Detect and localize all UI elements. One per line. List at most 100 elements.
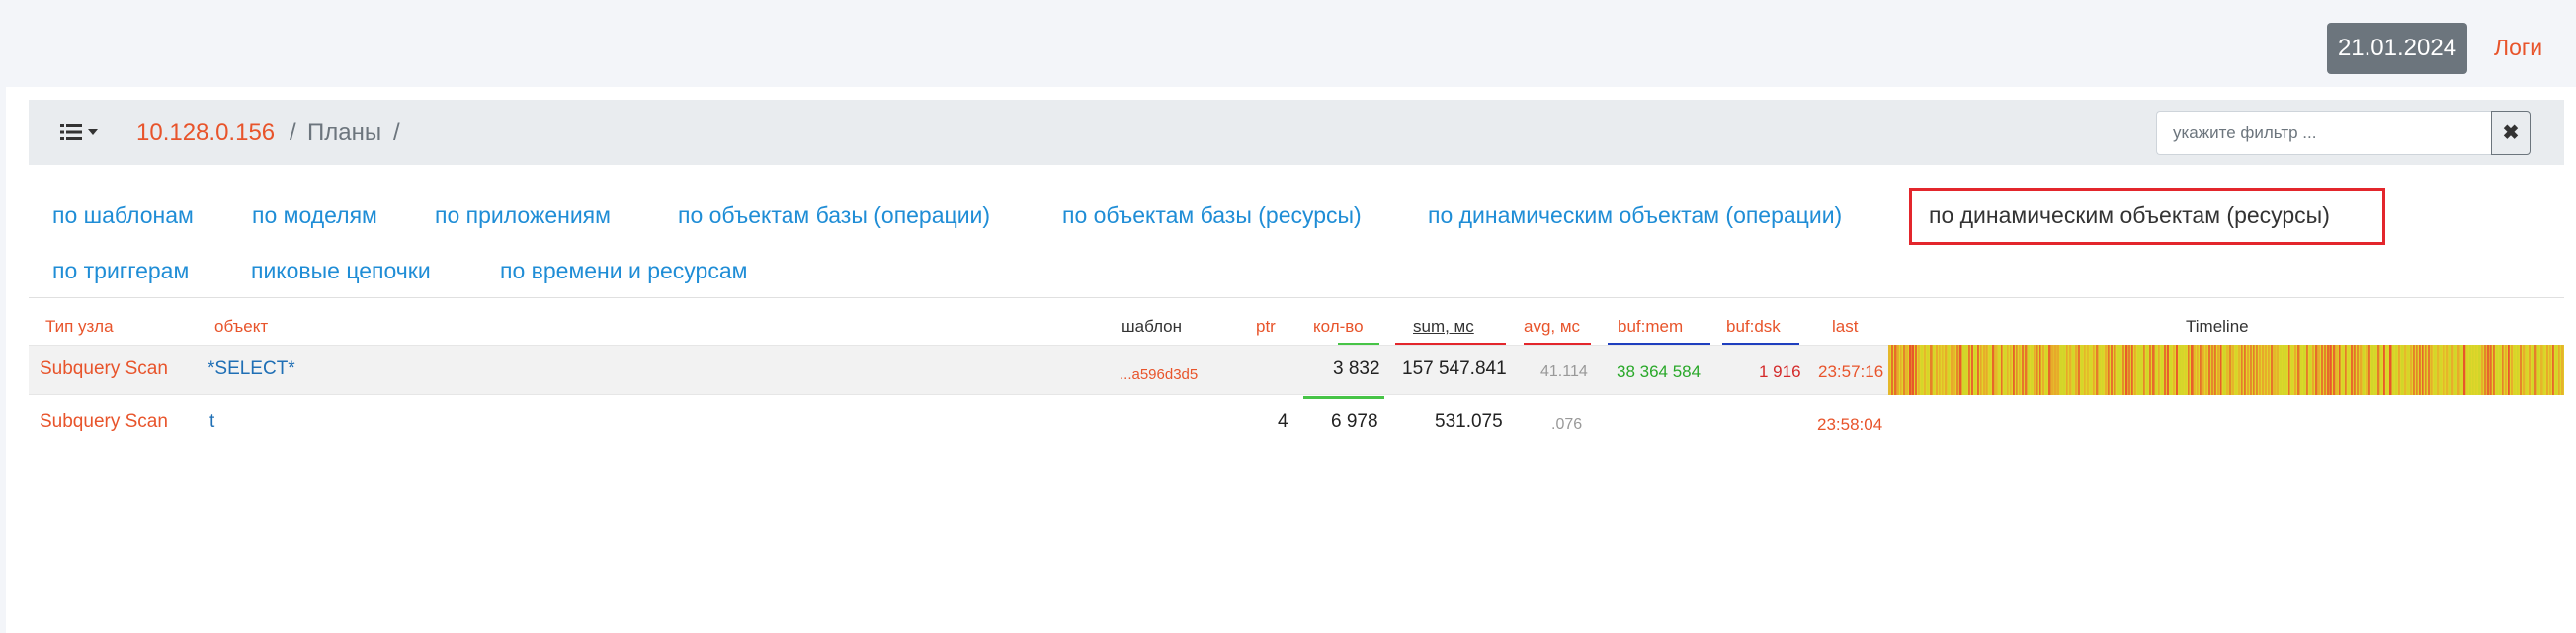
timeline-tick [2117,345,2119,395]
timeline-tick [2416,345,2418,395]
timeline-tick [2039,345,2041,395]
timeline-tick [2226,345,2229,395]
timeline-tick [2031,345,2034,395]
timeline-tick [1959,345,1962,395]
tab-peak-chains[interactable]: пиковые цепочки [251,258,431,284]
timeline-tick [2001,345,2003,395]
column-header-buf-dsk[interactable]: buf:dsk [1726,317,1781,337]
timeline-tick [2102,345,2104,395]
date-badge[interactable]: 21.01.2024 [2327,23,2467,74]
timeline-tick [2327,345,2330,395]
column-header-buf-mem[interactable]: buf:mem [1618,317,1683,337]
row-node-type[interactable]: Subquery Scan [40,358,168,380]
timeline-tick [2235,345,2238,395]
timeline-tick [2410,345,2413,395]
timeline-tick [2069,345,2072,395]
menu-toggle-button[interactable] [60,119,108,145]
timeline-tick [2428,345,2431,395]
timeline-tick [2057,345,2060,395]
tab-db-objects-resources[interactable]: по объектам базы (ресурсы) [1062,202,1362,229]
timeline-tick [2016,345,2018,395]
tab-models[interactable]: по моделям [252,202,377,229]
timeline-tick [1933,345,1936,395]
column-header-count[interactable]: кол-во [1313,317,1364,337]
tab-db-objects-operations[interactable]: по объектам базы (операции) [678,202,990,229]
timeline-tick [2238,345,2241,395]
timeline-tick [1986,345,1988,395]
timeline-tick [2277,345,2280,395]
tab-templates[interactable]: по шаблонам [52,202,194,229]
timeline-tick [2283,345,2285,395]
timeline-tick [2443,345,2445,395]
timeline-tick [2034,345,2036,395]
timeline-tick [2170,345,2173,395]
tab-applications[interactable]: по приложениям [435,202,611,229]
column-header-node-type[interactable]: Тип узла [45,317,114,337]
timeline-tick [2532,345,2534,395]
row-node-type[interactable]: Subquery Scan [40,411,168,433]
row-last-time: 23:57:16 [1818,362,1884,381]
timeline-tick [2466,345,2468,395]
timeline-tick [2475,345,2477,395]
breadcrumb: 10.128.0.156 / Планы / ✖ [29,100,2564,165]
timeline-tick [2271,345,2274,395]
timeline-tick [2208,345,2211,395]
timeline-tick [2274,345,2277,395]
tab-dynamic-objects-operations[interactable]: по динамическим объектам (операции) [1428,202,1842,229]
timeline-tick [2345,345,2347,395]
timeline-tick [2321,345,2324,395]
row-template-link[interactable]: ...a596d3d5 [1120,366,1198,383]
timeline-tick [2499,345,2501,395]
column-header-object[interactable]: объект [214,317,268,337]
timeline-tick [1909,345,1912,395]
column-header-last[interactable]: last [1832,317,1858,337]
timeline-tick [2508,345,2510,395]
column-header-avg[interactable]: avg, мс [1524,317,1580,337]
row-avg: .076 [1551,416,1583,433]
timeline-tick [2505,345,2507,395]
timeline-tick [2339,345,2341,395]
timeline-tick [1995,345,1998,395]
timeline-tick [2437,345,2440,395]
timeline-tick [2342,345,2345,395]
timeline-tick [1998,345,2000,395]
row-object-link[interactable]: *SELECT* [208,358,295,380]
timeline-tick [2202,345,2204,395]
breadcrumb-section: Планы [307,119,382,146]
timeline-tick [2048,345,2051,395]
timeline-tick [2176,345,2178,395]
timeline-tick [2449,345,2451,395]
timeline-tick [2164,345,2167,395]
breadcrumb-host-link[interactable]: 10.128.0.156 [136,119,275,147]
timeline-tick [2191,345,2194,395]
timeline-tick [2096,345,2099,395]
column-header-sum[interactable]: sum, мс [1413,317,1474,337]
timeline-tick [2028,345,2030,395]
list-icon [60,124,82,140]
row-timeline[interactable] [1888,345,2564,395]
timeline-tick [2194,345,2197,395]
timeline-tick [2312,345,2314,395]
timeline-tick [2446,345,2449,395]
timeline-tick [2529,345,2531,395]
timeline-tick [2036,345,2038,395]
tab-time-and-resources[interactable]: по времени и ресурсам [500,258,747,284]
row-object-link[interactable]: t [209,411,214,433]
timeline-tick [2520,345,2523,395]
filter-clear-button[interactable]: ✖ [2491,111,2531,155]
timeline-tick [2357,345,2360,395]
timeline-tick [2371,345,2374,395]
timeline-tick [2463,345,2466,395]
timeline-tick [2543,345,2545,395]
logs-link[interactable]: Логи [2494,35,2542,61]
timeline-tick [2318,345,2320,395]
tab-dynamic-objects-resources[interactable]: по динамическим объектам (ресурсы) [1929,202,2330,229]
column-header-ptr[interactable]: ptr [1256,317,1276,337]
filter-input[interactable] [2156,111,2491,155]
tab-triggers[interactable]: по триггерам [52,258,189,284]
column-header-template[interactable]: шаблон [1122,317,1182,337]
timeline-tick [2075,345,2078,395]
timeline-tick [2330,345,2332,395]
timeline-tick [1948,345,1950,395]
timeline-tick [2140,345,2143,395]
